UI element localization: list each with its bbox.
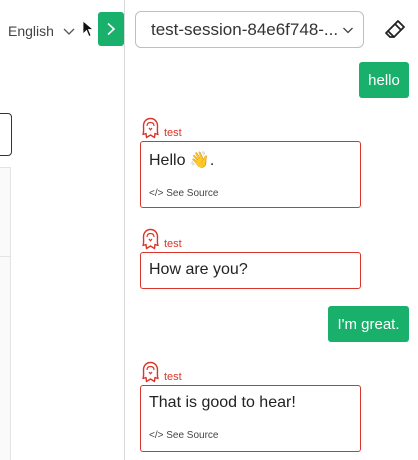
left-list-panel [0,167,11,460]
bot-message-text: Hello 👋. [149,152,215,169]
bot-avatar-icon [142,361,159,383]
bot-message-header: test [141,228,182,250]
session-select-value: test-session-84e6f748-... [151,19,339,39]
toggle-panel-button[interactable] [98,12,124,46]
bot-message-header: test [141,117,182,139]
bot-avatar-icon [142,117,159,139]
bot-avatar-icon [142,228,159,250]
user-message: I'm great. [328,306,409,342]
bot-name: test [164,127,182,139]
user-message: hello [359,62,409,98]
language-label: English [8,23,54,39]
eraser-icon[interactable] [383,18,407,42]
chevron-right-icon [107,22,116,36]
see-source-link[interactable]: </> See Source [149,430,352,441]
bot-message: That is good to hear! </> See Source [140,385,361,452]
bot-message-header: test [141,361,182,383]
bot-message-text: How are you? [149,261,248,278]
chevron-down-icon [63,28,75,35]
left-panel: English [0,0,125,460]
bot-name: test [164,238,182,250]
user-message-text: I'm great. [337,315,400,333]
bot-message: How are you? [140,252,361,289]
chevron-down-icon [343,27,353,34]
see-source-link[interactable]: </> See Source [149,188,352,199]
bot-message-text: That is good to hear! [149,394,296,411]
mouse-cursor-icon [82,20,94,38]
left-input-box[interactable] [0,113,12,156]
session-select[interactable]: test-session-84e6f748-... [135,11,364,48]
bot-message: Hello 👋. </> See Source [140,141,361,208]
user-message-text: hello [368,71,400,89]
bot-name: test [164,371,182,383]
language-select[interactable]: English [8,20,76,42]
left-divider [0,256,10,257]
